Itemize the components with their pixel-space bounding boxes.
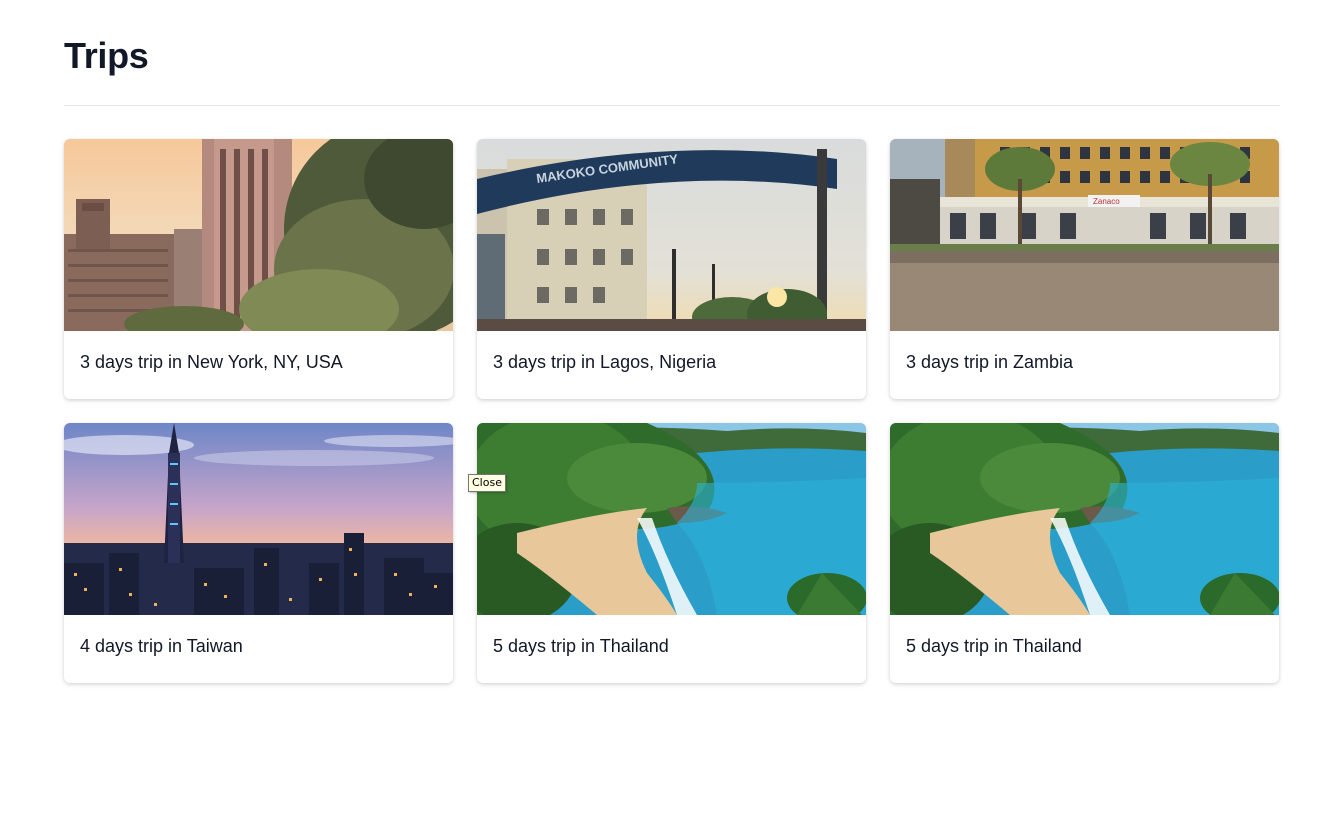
page-title: Trips xyxy=(64,35,149,76)
trip-title: 5 days trip in Thailand xyxy=(906,636,1082,656)
trips-grid: 3 days trip in New York, NY, USA MAKOKO … xyxy=(64,139,1280,683)
trip-title: 3 days trip in Lagos, Nigeria xyxy=(493,352,717,372)
close-tooltip: Close xyxy=(468,474,506,492)
trip-card-zambia[interactable]: Zanaco 3 days trip in Zambia xyxy=(890,139,1279,399)
trip-title: 3 days trip in Zambia xyxy=(906,352,1074,372)
title-divider xyxy=(64,105,1280,106)
trip-image-lagos: MAKOKO COMMUNITY xyxy=(477,139,866,331)
trip-image-thailand-1 xyxy=(477,423,866,615)
trip-card-thailand-1[interactable]: 5 days trip in Thailand xyxy=(477,423,866,683)
trip-image-thailand-2 xyxy=(890,423,1279,615)
trip-card-new-york[interactable]: 3 days trip in New York, NY, USA xyxy=(64,139,453,399)
trip-image-taiwan xyxy=(64,423,453,615)
trip-title: 4 days trip in Taiwan xyxy=(80,636,243,656)
trip-image-new-york xyxy=(64,139,453,331)
trip-card-thailand-2[interactable]: 5 days trip in Thailand xyxy=(890,423,1279,683)
trips-page: Trips 3 days trip in New York, NY, USA M… xyxy=(0,0,1317,827)
trip-title: 3 days trip in New York, NY, USA xyxy=(80,352,343,372)
trip-title: 5 days trip in Thailand xyxy=(493,636,669,656)
trip-card-lagos[interactable]: MAKOKO COMMUNITY 3 days trip in Lagos, N… xyxy=(477,139,866,399)
trip-image-zambia: Zanaco xyxy=(890,139,1279,331)
zambia-sign-text: Zanaco xyxy=(1093,197,1120,206)
trip-card-taiwan[interactable]: 4 days trip in Taiwan xyxy=(64,423,453,683)
